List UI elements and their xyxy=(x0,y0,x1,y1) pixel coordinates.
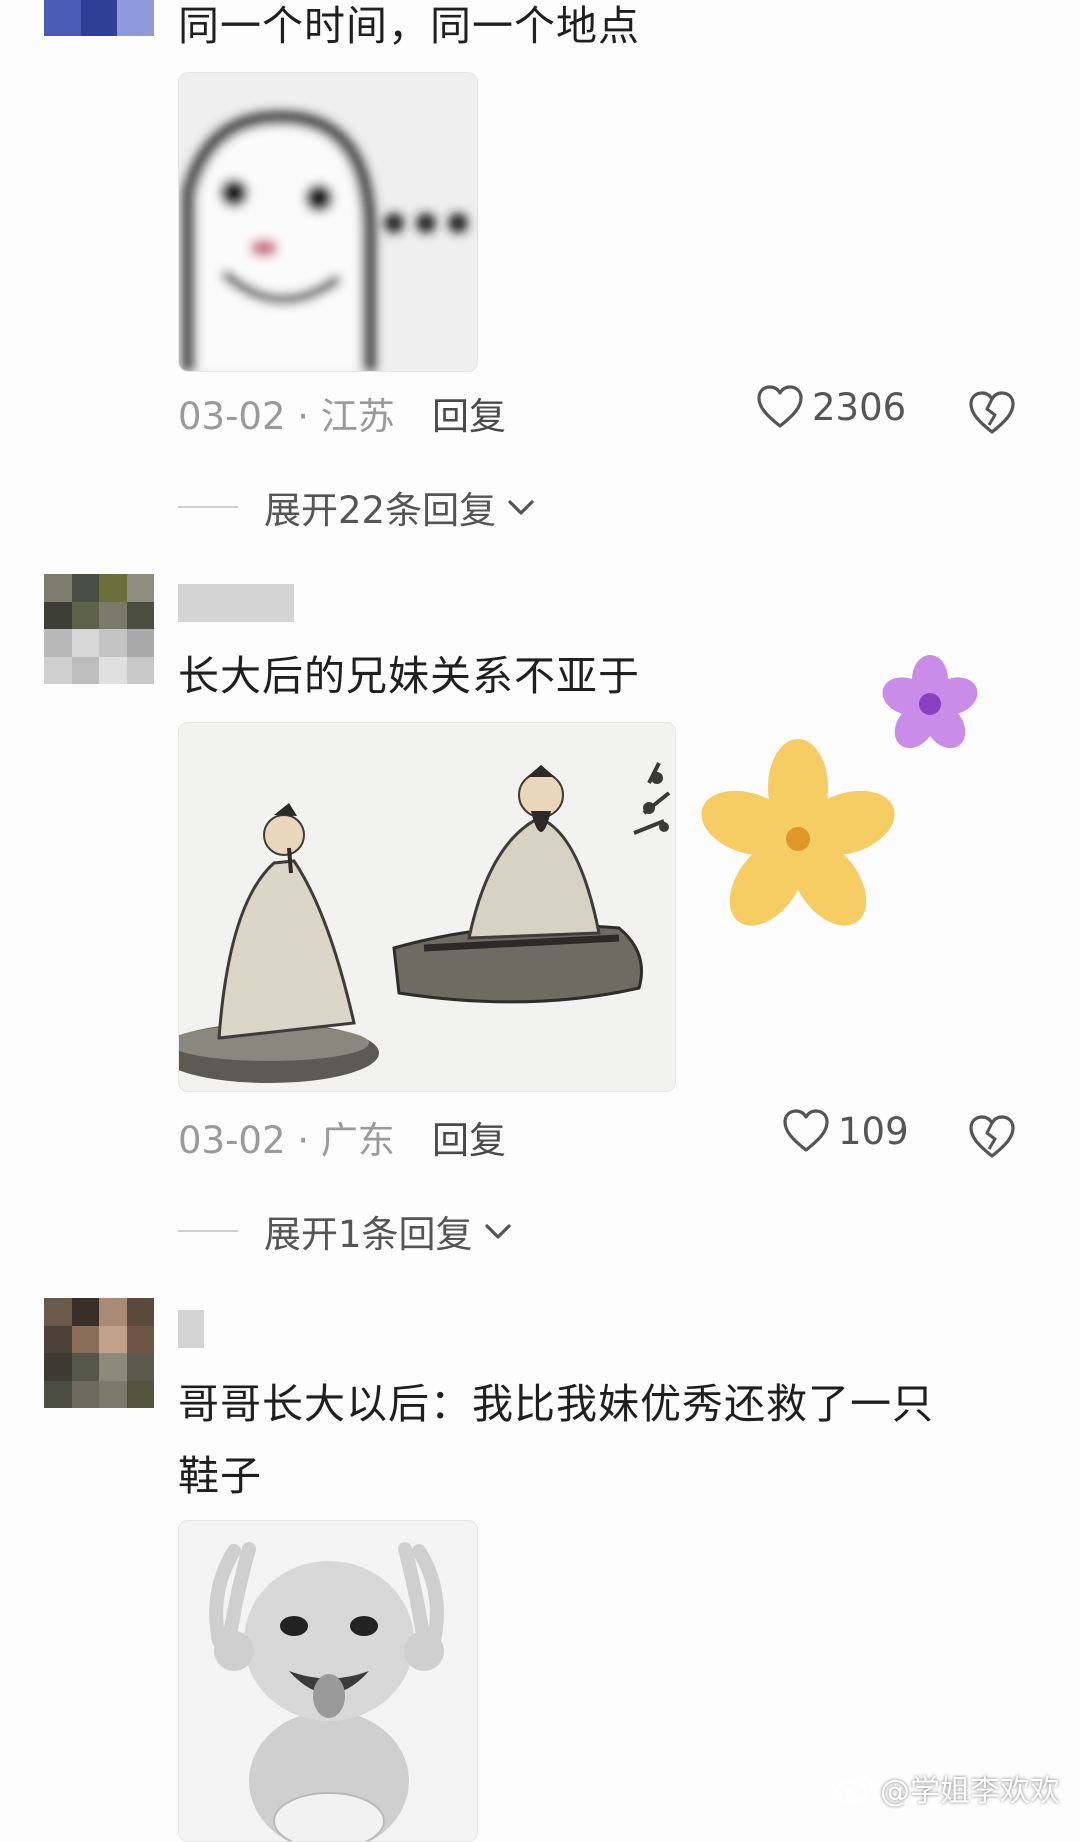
chevron-down-icon xyxy=(484,1224,511,1239)
reply-button[interactable]: 回复 xyxy=(432,386,506,440)
expand-label: 展开1条回复 xyxy=(264,1213,473,1256)
avatar[interactable] xyxy=(44,0,154,36)
avatar[interactable] xyxy=(44,574,154,684)
broken-heart-icon xyxy=(969,391,1015,434)
comment-painting-image[interactable] xyxy=(178,722,676,1092)
two-scholars-painting xyxy=(179,762,671,1083)
heart-outline-icon xyxy=(757,385,803,428)
dislike-button[interactable] xyxy=(968,391,1016,439)
comment-text: 哥哥长大以后：我比我妹优秀还救了一只 xyxy=(178,1380,934,1428)
expand-replies[interactable]: 展开22条回复 xyxy=(178,480,538,534)
avatar[interactable] xyxy=(44,1298,154,1408)
like-count: 2306 xyxy=(812,385,907,429)
comment-text: 长大后的兄妹关系不亚于 xyxy=(178,652,640,700)
like-button[interactable]: 109 xyxy=(782,1109,909,1153)
flower-decoration xyxy=(701,655,978,926)
comment-location: 广东 xyxy=(320,1119,395,1162)
dislike-button[interactable] xyxy=(968,1115,1016,1163)
comment-meta: 03-02 · 江苏 xyxy=(178,386,395,440)
like-count: 109 xyxy=(838,1109,909,1153)
comment-sticker-image[interactable] xyxy=(178,72,478,372)
reply-button[interactable]: 回复 xyxy=(432,1110,506,1164)
broken-heart-icon xyxy=(969,1115,1015,1158)
expand-label: 展开22条回复 xyxy=(264,489,497,532)
watermark-text: @学姐李欢欢 xyxy=(880,1774,1060,1809)
username-blurred[interactable] xyxy=(178,584,294,622)
like-button[interactable]: 2306 xyxy=(756,385,906,429)
expand-replies[interactable]: 展开1条回复 xyxy=(178,1204,515,1258)
weibo-logo-icon xyxy=(834,1774,872,1804)
comment-date: 03-02 xyxy=(178,1119,286,1162)
comment-date: 03-02 xyxy=(178,395,286,438)
comment-location: 江苏 xyxy=(320,395,395,438)
meta-separator: · xyxy=(285,1119,321,1162)
heart-outline-icon xyxy=(783,1109,829,1152)
watermark: @学姐李欢欢 xyxy=(834,1766,1060,1810)
divider-line xyxy=(178,506,238,508)
baby-meme-image xyxy=(209,1542,444,1841)
comment-text-continued: 鞋子 xyxy=(178,1452,262,1500)
comment-baby-image[interactable] xyxy=(178,1520,478,1842)
username-blurred[interactable] xyxy=(178,1310,204,1348)
chevron-down-icon xyxy=(508,500,534,515)
meta-separator: · xyxy=(285,395,321,438)
comment-meta: 03-02 · 广东 xyxy=(178,1110,395,1164)
comment-text: 同一个时间，同一个地点 xyxy=(178,2,640,50)
blurry-face-sticker xyxy=(182,110,468,371)
divider-line xyxy=(178,1230,238,1232)
